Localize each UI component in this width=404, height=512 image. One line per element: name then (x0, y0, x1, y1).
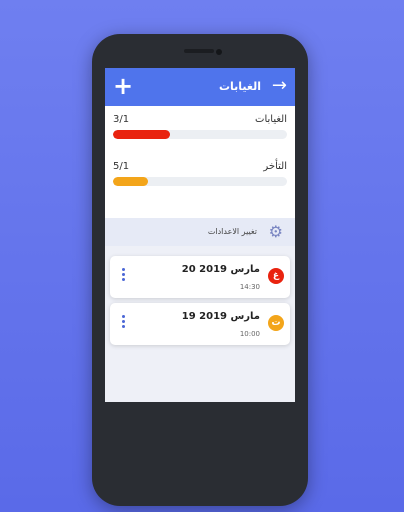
absences-progress-fill (113, 130, 171, 139)
app-screen: + الغيابات → الغيابات 3/1 التأخر 5/1 تغي… (105, 68, 295, 402)
lateness-progress-track (113, 177, 287, 186)
stats-panel: الغيابات 3/1 التأخر 5/1 (105, 106, 295, 218)
entry-date: 19 مارس 2019 (181, 311, 260, 322)
entry-date: 20 مارس 2019 (181, 264, 260, 275)
gear-icon: ⚙ (268, 222, 283, 241)
list-item[interactable]: غ 20 مارس 2019 14:30 (110, 256, 290, 298)
absences-progress-track (113, 130, 287, 139)
phone-frame: + الغيابات → الغيابات 3/1 التأخر 5/1 تغي… (92, 34, 308, 506)
settings-label: تغيير الاعدادات (207, 227, 257, 236)
plus-icon[interactable]: + (113, 74, 133, 98)
lateness-value: 5/1 (113, 161, 130, 172)
more-vertical-icon[interactable] (122, 268, 126, 283)
app-bar: + الغيابات → (105, 68, 295, 106)
phone-camera (216, 49, 222, 55)
arrow-right-icon[interactable]: → (272, 74, 287, 98)
page-title: الغيابات (218, 80, 261, 93)
settings-button[interactable]: تغيير الاعدادات ⚙ (105, 218, 295, 246)
absences-value: 3/1 (113, 114, 130, 125)
entry-time: 14:30 (239, 283, 260, 291)
phone-speaker (184, 49, 214, 53)
list-item[interactable]: ت 19 مارس 2019 10:00 (110, 303, 290, 345)
entry-time: 10:00 (239, 330, 260, 338)
lateness-badge: ت (268, 315, 284, 331)
more-vertical-icon[interactable] (122, 315, 126, 330)
absence-badge: غ (268, 268, 284, 284)
lateness-progress-fill (113, 177, 148, 186)
absences-label: الغيابات (255, 114, 287, 125)
lateness-label: التأخر (263, 161, 287, 172)
